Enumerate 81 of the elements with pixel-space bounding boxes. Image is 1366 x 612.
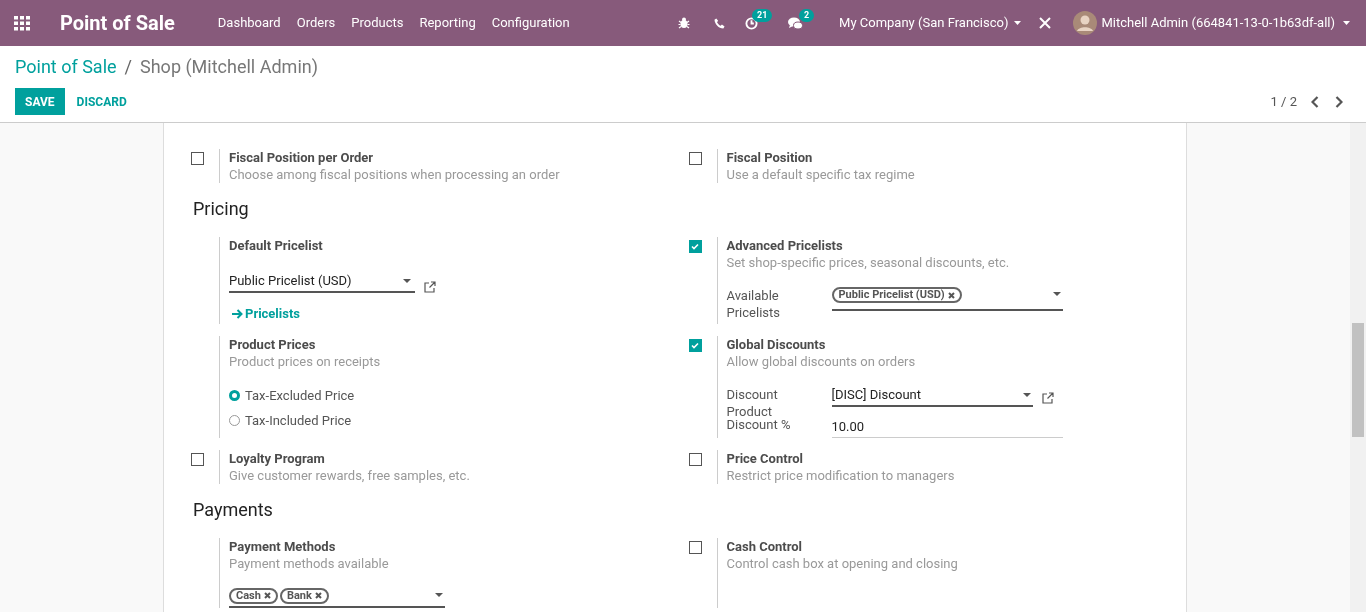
setting-title: Advanced Pricelists xyxy=(726,237,844,254)
setting-description: Product prices on receipts xyxy=(229,352,381,370)
setting-title: Loyalty Program xyxy=(229,449,326,467)
remove-icon[interactable] xyxy=(263,592,271,599)
discount-input[interactable]: 10.00 xyxy=(831,415,1063,438)
setting-title: Cash Control xyxy=(726,537,804,555)
dropdown-caret-icon xyxy=(1052,292,1061,296)
setting-description: Control cash box at opening and closing xyxy=(726,554,958,572)
caret-icon xyxy=(1343,21,1350,25)
dropdown-caret-icon xyxy=(435,592,443,597)
menu-item[interactable]: Products xyxy=(343,13,412,33)
checkbox[interactable] xyxy=(688,540,702,554)
tag[interactable]: Bank xyxy=(279,587,329,604)
checkbox[interactable] xyxy=(191,152,204,165)
setting-description: Allow global discounts on orders xyxy=(726,352,917,370)
setting-title: Fiscal Position xyxy=(726,149,814,166)
arrow-right-icon xyxy=(232,308,243,319)
menu-item[interactable]: Orders xyxy=(288,13,344,33)
scrollbar-thumb[interactable] xyxy=(1352,323,1364,437)
field-label: Available Pricelists xyxy=(726,287,781,321)
checkbox[interactable] xyxy=(688,240,702,253)
setting-description: Choose among fiscal positions when processing an order xyxy=(229,166,560,183)
pricelist-dropdown[interactable]: Public Pricelist (USD) xyxy=(229,271,415,293)
next-icon[interactable] xyxy=(1335,95,1343,108)
dropdown-caret-icon xyxy=(1022,393,1031,397)
remove-icon[interactable] xyxy=(947,291,955,299)
clock-icon[interactable] xyxy=(745,16,759,30)
bug-icon[interactable] xyxy=(678,17,691,29)
tag[interactable]: Public Pricelist (USD) xyxy=(831,287,962,303)
setting-title: Product Prices xyxy=(229,335,317,353)
section-title: Payments xyxy=(193,497,274,522)
discount-product-dropdown[interactable]: [DISC] Discount xyxy=(831,385,1033,407)
tag[interactable]: Cash xyxy=(229,587,278,604)
app-title: Point of Sale xyxy=(60,10,175,37)
setting-description: Restrict price modification to managers xyxy=(726,466,955,484)
checkmark-icon xyxy=(691,243,699,250)
checkbox[interactable] xyxy=(191,452,204,466)
pricelists-tags-field[interactable]: Public Pricelist (USD) xyxy=(831,287,1063,311)
chat-icon[interactable] xyxy=(788,16,804,30)
breadcrumb-separator: / xyxy=(124,54,132,79)
avatar-icon xyxy=(1073,11,1098,35)
radio-option[interactable]: Tax-Included Price xyxy=(229,411,352,431)
setting-description: Set shop-specific prices, seasonal discounts, etc. xyxy=(726,254,1011,271)
breadcrumb-link[interactable]: Point of Sale xyxy=(15,52,117,80)
discard-button[interactable]: DISCARD xyxy=(65,88,138,115)
dropdown-caret-icon xyxy=(403,279,411,283)
phone-icon[interactable] xyxy=(714,17,726,29)
pager-value: 1 / 2 xyxy=(1270,92,1297,111)
previous-icon[interactable] xyxy=(1311,95,1319,108)
checkmark-icon xyxy=(691,341,699,349)
setting-title: Payment Methods xyxy=(229,537,337,555)
payment-methods-tags-field[interactable]: Cash Bank xyxy=(229,587,445,608)
scrollbar[interactable] xyxy=(1350,123,1366,612)
setting-title: Price Control xyxy=(726,449,804,467)
breadcrumb-current: Shop (Mitchell Admin) xyxy=(140,54,318,79)
checkbox[interactable] xyxy=(688,152,702,165)
pricelists-link[interactable]: Pricelists xyxy=(229,304,300,324)
remove-icon[interactable] xyxy=(314,592,322,599)
menu-item[interactable]: Reporting xyxy=(411,13,484,33)
setting-description: Payment methods available xyxy=(229,554,390,572)
setting-title: Global Discounts xyxy=(726,335,827,353)
external-link-icon[interactable] xyxy=(1041,391,1054,404)
checkbox[interactable] xyxy=(688,452,702,466)
checkbox[interactable] xyxy=(688,338,702,352)
company-switcher[interactable]: My Company (San Francisco) xyxy=(839,13,1022,33)
menu-item[interactable]: Dashboard xyxy=(209,13,289,33)
caret-icon xyxy=(1014,21,1022,25)
setting-title: Default Pricelist xyxy=(229,237,324,254)
save-button[interactable]: SAVE xyxy=(15,88,65,115)
radio-option[interactable]: Tax-Excluded Price xyxy=(229,385,355,405)
section-title: Pricing xyxy=(193,197,250,221)
setting-description: Use a default specific tax regime xyxy=(726,166,915,183)
user-menu[interactable]: Mitchell Admin (664841-13-0-1b63df-all) xyxy=(1073,11,1350,35)
menu-item[interactable]: Configuration xyxy=(483,13,578,33)
setting-title: Fiscal Position per Order xyxy=(229,149,375,166)
apps-menu-icon[interactable] xyxy=(14,15,31,31)
activity-count-badge: 21 xyxy=(752,8,773,22)
external-link-icon[interactable] xyxy=(424,281,436,293)
message-count-badge: 2 xyxy=(799,8,815,22)
setting-description: Give customer rewards, free samples, etc. xyxy=(229,466,470,484)
radio-button[interactable] xyxy=(229,389,240,401)
